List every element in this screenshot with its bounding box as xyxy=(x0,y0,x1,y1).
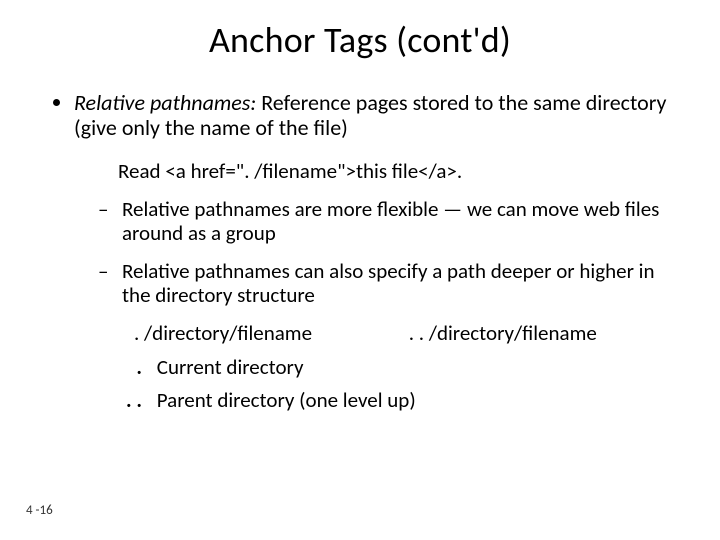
definition-meaning: Parent directory (one level up) xyxy=(157,387,416,413)
top-bullet-list: Relative pathnames: Reference pages stor… xyxy=(48,90,672,412)
top-bullet-item: Relative pathnames: Reference pages stor… xyxy=(74,90,672,412)
definition-row: . Current directory xyxy=(114,355,672,379)
slide: Anchor Tags (cont'd) Relative pathnames:… xyxy=(0,0,720,540)
definition-symbol: . . xyxy=(114,388,142,412)
path-examples-row: . /directory/filename . . /directory/fil… xyxy=(134,321,672,345)
page-number: 4 -16 xyxy=(26,503,53,518)
symbol-definitions: . Current directory . . Parent directory… xyxy=(114,355,672,411)
definition-symbol: . xyxy=(114,355,142,379)
sub-bullet-item: Relative pathnames are more flexible — w… xyxy=(108,197,672,245)
path-example-current: . /directory/filename xyxy=(134,321,404,345)
sub-bullet-item: Relative pathnames can also specify a pa… xyxy=(108,259,672,307)
bullet-lead-italic: Relative pathnames: xyxy=(74,89,256,116)
slide-title: Anchor Tags (cont'd) xyxy=(0,0,720,62)
definition-row: . . Parent directory (one level up) xyxy=(114,388,672,412)
sub-bullet-list: Relative pathnames are more flexible — w… xyxy=(86,197,672,308)
definition-meaning: Current directory xyxy=(157,354,304,380)
path-example-parent: . . /directory/filename xyxy=(409,321,597,345)
slide-body: Relative pathnames: Reference pages stor… xyxy=(0,62,720,412)
code-example: Read <a href=". /filename">this file</a>… xyxy=(118,159,672,183)
